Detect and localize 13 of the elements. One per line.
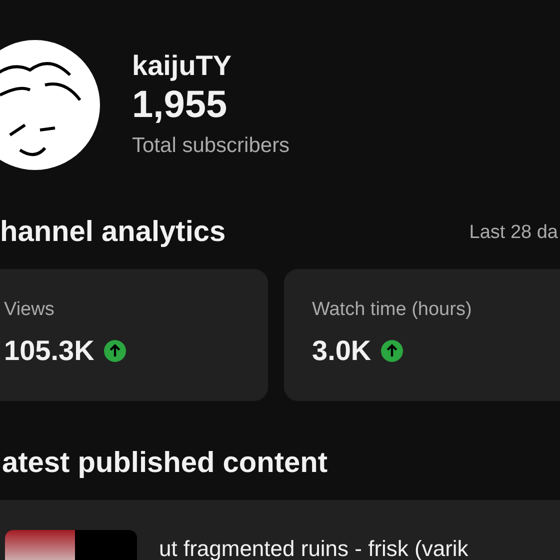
metric-label: Watch time (hours) — [312, 299, 473, 321]
channel-name: kaijuTY — [132, 49, 233, 83]
metric-value: 105.3K — [4, 335, 94, 367]
metric-card[interactable]: Views 105.3K — [0, 269, 268, 401]
metric-value: 3.0K — [312, 335, 372, 367]
section-title: atest published content — [2, 447, 328, 480]
metric-card[interactable]: Watch time (hours) 3.0K — [284, 269, 560, 401]
metric-label: Views — [4, 299, 56, 321]
section-title: hannel analytics — [0, 216, 226, 249]
subscriber-label: Total subscribers — [132, 133, 290, 159]
period-label: Last 28 da — [469, 222, 558, 244]
video-thumbnail[interactable] — [5, 530, 137, 560]
subscriber-count: 1,955 — [132, 83, 228, 127]
